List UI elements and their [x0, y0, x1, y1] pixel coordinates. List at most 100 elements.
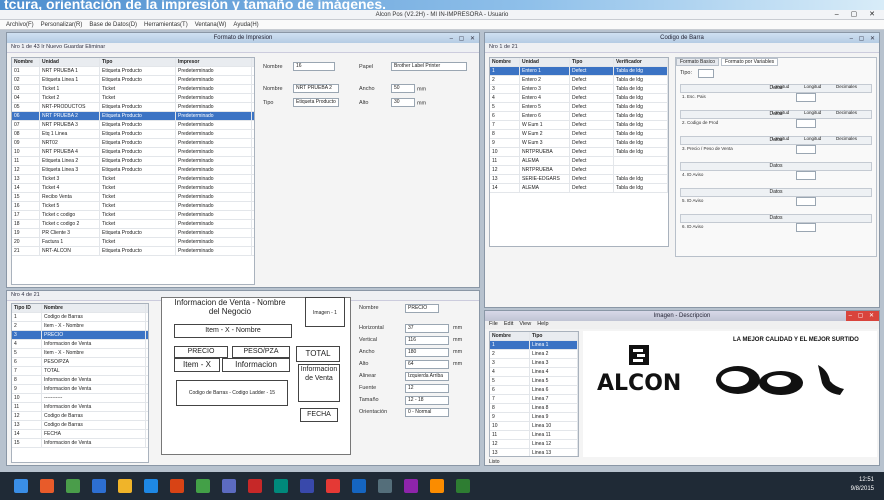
barcode-row[interactable]: 12 NRTPRUEBA Defect: [490, 166, 668, 175]
prop-field[interactable]: 12: [405, 384, 449, 393]
barcode-col-header[interactable]: Verificador: [614, 58, 668, 66]
item-nombre-element[interactable]: Item - X - Nombre: [174, 324, 292, 338]
barcode-row[interactable]: 14 ALEMA Defect Tabla de ldg: [490, 184, 668, 193]
barcode-element[interactable]: Codigo de Barras - Codigo Ladder - 15: [176, 380, 288, 406]
format-row[interactable]: 11 Etiqueta Linea 2 Etiqueta Producto Prede…: [12, 157, 254, 166]
image-col-header[interactable]: Tipo: [530, 332, 578, 340]
element-nombre-field[interactable]: PRECIO: [405, 304, 439, 313]
prop-field[interactable]: 64: [405, 360, 449, 369]
barcode-row[interactable]: 5 Entero 5 Defect Tabla de ldg: [490, 103, 668, 112]
element-col-header[interactable]: Tipo ID: [12, 304, 42, 312]
format-row[interactable]: 04 Ticket 2 Ticket Predeterminado: [12, 94, 254, 103]
format-row[interactable]: 09 NRT02 Etiqueta Producto Predeterminado: [12, 139, 254, 148]
element-row[interactable]: 13 Codigo de Barras: [12, 421, 148, 430]
barcode-length-field[interactable]: [796, 171, 816, 180]
barcode-length-field[interactable]: [796, 93, 816, 102]
app-icon[interactable]: [456, 479, 470, 493]
menu-item-1[interactable]: Personalizar(R): [41, 22, 83, 28]
image-col-header[interactable]: Nombre: [490, 332, 530, 340]
barcode-row[interactable]: 7W Eum 1 Defect Tabla de ldg: [490, 121, 668, 130]
barcode-col-header[interactable]: Tipo: [570, 58, 614, 66]
window-buttons[interactable]: – ▢ ✕: [850, 34, 877, 44]
format-row[interactable]: 07 NRT PRUEBA 3 Etiqueta Producto Predeterm…: [12, 121, 254, 130]
app-icon[interactable]: [196, 479, 210, 493]
image-row[interactable]: 10 Linea 10: [490, 422, 578, 431]
element-row[interactable]: 5 Item - X - Nombre: [12, 349, 148, 358]
app-icon[interactable]: [326, 479, 340, 493]
barcode-toolbar[interactable]: Nro 1 de 21: [485, 43, 879, 53]
info-title-element[interactable]: Informacion de Venta - Nombre del Negoci…: [174, 298, 286, 318]
app-icon[interactable]: [222, 479, 236, 493]
element-list-grid[interactable]: Tipo ID Nombre 1 Codigo de Barras 2 Item - X…: [11, 303, 149, 463]
prop-field[interactable]: 0 - Normal: [405, 408, 449, 417]
barcode-row[interactable]: 6 Entero 6 Defect Tabla de ldg: [490, 112, 668, 121]
format-col-header[interactable]: Unidad: [40, 58, 100, 66]
image-list-grid[interactable]: Nombre Tipo 1 Linea 1 2 Linea 2 3 Linea 3 4 Line…: [489, 331, 579, 457]
barcode-length-field[interactable]: [796, 119, 816, 128]
element-row[interactable]: 15 Informacion de Venta: [12, 439, 148, 448]
format-row[interactable]: 20 Factura 1 Ticket Predeterminado: [12, 238, 254, 247]
barcode-col-header[interactable]: Nombre: [490, 58, 520, 66]
element-row[interactable]: 1 Codigo de Barras: [12, 313, 148, 322]
image-row[interactable]: 5 Linea 5: [490, 377, 578, 386]
element-row[interactable]: 6 PESO/PZA: [12, 358, 148, 367]
alto-field[interactable]: 30: [391, 98, 415, 107]
app-icon[interactable]: [430, 479, 444, 493]
format-row[interactable]: 19 PR Cliente 3 Etiqueta Producto Predeterm…: [12, 229, 254, 238]
format-row[interactable]: 21 NRT-ALCON Etiqueta Producto Predetermina…: [12, 247, 254, 256]
ancho-field[interactable]: 50: [391, 84, 415, 93]
format-col-header[interactable]: Impresor: [176, 58, 252, 66]
browser-icon[interactable]: [144, 479, 158, 493]
peso-element[interactable]: PESO/PZA: [232, 346, 290, 358]
image-row[interactable]: 1 Linea 1: [490, 341, 578, 350]
format-col-header[interactable]: Tipo: [100, 58, 176, 66]
barcode-tab[interactable]: Formato Basico: [676, 58, 720, 66]
prop-field[interactable]: Izquierda Arriba: [405, 372, 449, 381]
barcode-row[interactable]: 4 Entero 4 Defect Tabla de ldg: [490, 94, 668, 103]
element-row[interactable]: 11 Informacion de Venta: [12, 403, 148, 412]
format-row[interactable]: 15 Recibo Venta Ticket Predeterminado: [12, 193, 254, 202]
format-row[interactable]: 13 Ticket 3 Ticket Predeterminado: [12, 175, 254, 184]
format-row[interactable]: 06 NRT PRUEBA 2 Etiqueta Producto Predeterm…: [12, 112, 254, 121]
nombre2-field[interactable]: NRT PRUEBA 2: [293, 84, 339, 93]
app-icon[interactable]: [92, 479, 106, 493]
prop-field[interactable]: 12 - 18: [405, 396, 449, 405]
menu-item-2[interactable]: Base de Datos(D): [89, 22, 137, 28]
prop-field[interactable]: 180: [405, 348, 449, 357]
barcode-list-grid[interactable]: Nombre Unidad Tipo Verificador 1 Entero 1 Def…: [489, 57, 669, 247]
image-menu-item[interactable]: Help: [537, 321, 548, 327]
tipo-select[interactable]: Etiqueta Producto: [293, 98, 339, 107]
element-row[interactable]: 7 TOTAL: [12, 367, 148, 376]
image-row[interactable]: 9 Linea 9: [490, 413, 578, 422]
image-row[interactable]: 13 Linea 13: [490, 449, 578, 456]
image-row[interactable]: 3 Linea 3: [490, 359, 578, 368]
image-menu-item[interactable]: Edit: [504, 321, 513, 327]
tipo-field[interactable]: [698, 69, 714, 78]
menu-item-5[interactable]: Ayuda(H): [233, 22, 258, 28]
app-icon[interactable]: [300, 479, 314, 493]
element-row[interactable]: 12 Codigo de Barras: [12, 412, 148, 421]
menu-item-4[interactable]: Ventana(W): [195, 22, 227, 28]
image-row[interactable]: 12 Linea 12: [490, 440, 578, 449]
image-row[interactable]: 6 Linea 6: [490, 386, 578, 395]
barcode-row[interactable]: 2 Entero 2 Defect Tabla de ldg: [490, 76, 668, 85]
barcode-row[interactable]: 9W Eum 3 Defect Tabla de ldg: [490, 139, 668, 148]
precio-element[interactable]: PRECIO: [174, 346, 228, 358]
image-row[interactable]: 2 Linea 2: [490, 350, 578, 359]
image-menu-item[interactable]: File: [489, 321, 498, 327]
barcode-col-header[interactable]: Unidad: [520, 58, 570, 66]
format-row[interactable]: 17 Ticket c codigo Ticket Predeterminado: [12, 211, 254, 220]
info-venta-element[interactable]: Informacion de Venta: [298, 364, 340, 402]
format-row[interactable]: 05 NRT-PRODUCTOS Etiqueta Producto Predeter…: [12, 103, 254, 112]
format-row[interactable]: 10 NRT PRUEBA 4 Etiqueta Producto Predeterm…: [12, 148, 254, 157]
window-buttons[interactable]: – ▢ ✕: [450, 34, 477, 44]
total-element[interactable]: TOTAL: [296, 346, 340, 362]
format-row[interactable]: 03 Ticket 1 Ticket Predeterminado: [12, 85, 254, 94]
format-row[interactable]: 02 Etiqueta Linea 1 Etiqueta Producto Prede…: [12, 76, 254, 85]
app-icon[interactable]: [378, 479, 392, 493]
app-icon[interactable]: [274, 479, 288, 493]
image-row[interactable]: 11 Linea 11: [490, 431, 578, 440]
window-controls[interactable]: – ▢ ✕: [835, 10, 880, 20]
format-row[interactable]: 16 Ticket 5 Ticket Predeterminado: [12, 202, 254, 211]
papel-select[interactable]: Brother Label Printer: [391, 62, 467, 71]
